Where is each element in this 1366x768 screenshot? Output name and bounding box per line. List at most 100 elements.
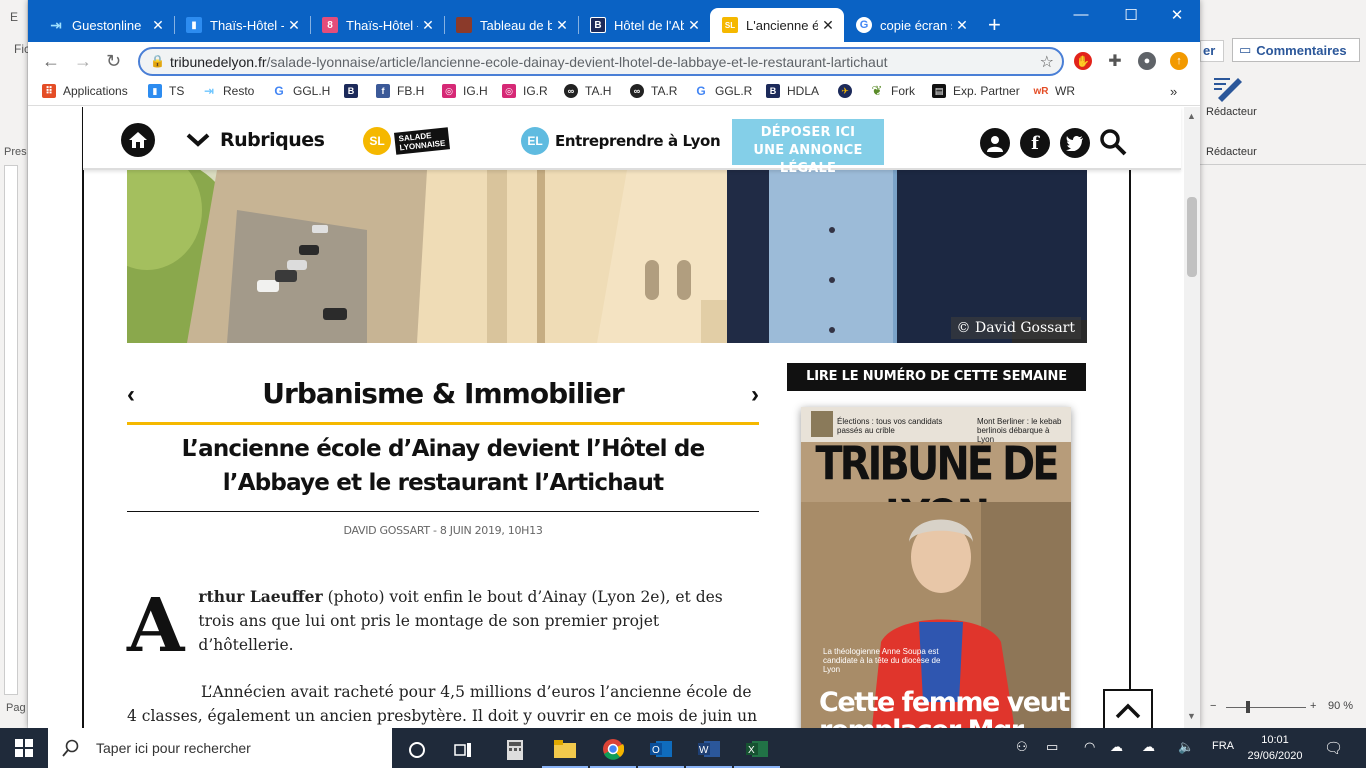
bookmark-ggl-r[interactable]: G GGL.R <box>694 84 752 98</box>
forward-icon[interactable]: → <box>74 51 92 72</box>
tab-label: Hôtel de l'Ab <box>614 17 684 33</box>
onedrive-business-icon[interactable]: ☁ <box>1142 739 1155 755</box>
zoom-slider[interactable] <box>1226 707 1306 708</box>
entreprendre-lyon-link[interactable]: EL Entreprendre à Lyon <box>521 127 721 155</box>
lock-icon[interactable]: 🔒 <box>150 54 165 68</box>
scroll-up-icon[interactable]: ▲ <box>1187 111 1196 121</box>
onedrive-icon[interactable]: ☁ <box>1110 739 1123 755</box>
tab-thais-hotel-1[interactable]: ▮ Thaïs-Hôtel - ✕ <box>174 8 310 42</box>
update-arrow-icon[interactable]: ↑ <box>1170 52 1188 70</box>
tab-tableau-de-bord[interactable]: Tableau de b ✕ <box>444 8 578 42</box>
cortana-icon[interactable] <box>394 732 440 768</box>
bookmark-hdla[interactable]: B HDLA <box>766 84 819 98</box>
address-bar[interactable]: 🔒 tribunedelyon.fr/salade-lyonnaise/arti… <box>138 47 1064 76</box>
bookmark-fb-h[interactable]: f FB.H <box>376 84 424 98</box>
redacteur-icon[interactable] <box>1212 70 1252 104</box>
zoom-level[interactable]: 90 % <box>1328 700 1353 712</box>
hero-photo <box>127 170 1087 343</box>
tab-hotel-abbaye[interactable]: B Hôtel de l'Ab ✕ <box>578 8 710 42</box>
bookmark-resto[interactable]: ⇥ Resto <box>202 84 254 98</box>
magazine-cover[interactable]: Élections : tous vos candidats passés au… <box>801 407 1071 728</box>
bookmark-fork[interactable]: ❦ Fork <box>870 83 915 98</box>
maximize-icon[interactable]: ☐ <box>1108 6 1154 24</box>
home-icon[interactable] <box>121 123 155 157</box>
user-icon[interactable] <box>980 128 1010 158</box>
battery-icon[interactable]: ▭ <box>1046 739 1058 755</box>
facebook-icon[interactable]: f <box>1020 128 1050 158</box>
bookmark-ts[interactable]: ▮ TS <box>148 84 184 98</box>
word-zoom-bar[interactable]: − + 90 % <box>1200 698 1366 718</box>
bookmark-star-icon[interactable]: ☆ <box>1040 52 1054 72</box>
bookmark-expedia[interactable]: ✈ <box>838 84 859 98</box>
page-scrollbar[interactable]: ▲ ▼ <box>1184 107 1200 728</box>
input-language[interactable]: FRA <box>1212 740 1234 752</box>
profile-avatar-icon[interactable]: ● <box>1138 52 1156 70</box>
comments-button[interactable]: ▭ Commentaires <box>1232 38 1360 62</box>
task-view-icon[interactable] <box>440 732 486 768</box>
people-icon[interactable]: ⚇ <box>1016 739 1028 755</box>
close-window-icon[interactable]: ✕ <box>1154 6 1200 24</box>
notifications-icon[interactable]: 🗨 <box>1324 739 1343 757</box>
taskbar-search-box[interactable]: Taper ici pour rechercher <box>48 728 392 768</box>
tab-lancienne-ecole[interactable]: SL L'ancienne éc ✕ <box>710 8 844 42</box>
scroll-thumb[interactable] <box>1187 197 1197 277</box>
zoom-slider-handle[interactable] <box>1246 701 1250 713</box>
tab-copie-ecran[interactable]: G copie écran s ✕ <box>844 8 978 42</box>
rubriques-menu[interactable]: Rubriques <box>186 129 325 151</box>
bookmarks-bar: ⠿ Applications ▮ TS ⇥ Resto G GGL.H B f FB.H … <box>28 80 1200 106</box>
bookmark-exp-partner[interactable]: ▤ Exp. Partner <box>932 84 1020 98</box>
file-explorer-icon[interactable] <box>542 732 588 768</box>
bookmark-booking[interactable]: B <box>344 84 365 98</box>
chrome-icon[interactable] <box>590 732 636 768</box>
photo-credit: © David Gossart <box>950 317 1081 339</box>
category-title[interactable]: Urbanisme & Immobilier <box>127 377 759 410</box>
bookmark-ig-h[interactable]: ◎ IG.H <box>442 84 488 98</box>
close-icon[interactable]: ✕ <box>552 17 572 34</box>
minimize-icon[interactable]: — <box>1058 6 1104 23</box>
back-icon[interactable]: ← <box>42 51 60 72</box>
word-icon[interactable]: W <box>686 732 732 768</box>
article-lead-name: rthur Laeuffer <box>198 587 323 606</box>
twitter-icon[interactable] <box>1060 128 1090 158</box>
bookmark-applications[interactable]: ⠿ Applications <box>42 84 128 98</box>
close-icon[interactable]: ✕ <box>952 17 972 34</box>
close-icon[interactable]: ✕ <box>684 17 704 34</box>
close-icon[interactable]: ✕ <box>418 17 438 34</box>
close-icon[interactable]: ✕ <box>818 17 838 34</box>
adblock-extension-icon[interactable]: ✋ <box>1074 52 1092 70</box>
outlook-icon[interactable]: O <box>638 732 684 768</box>
back-to-top-button[interactable] <box>1103 689 1153 728</box>
close-icon[interactable]: ✕ <box>284 17 304 34</box>
word-label-pres: Pres <box>4 146 27 158</box>
salade-lyonnaise-logo[interactable]: SL SALADE LYONNAISE <box>363 127 450 155</box>
url-text[interactable]: tribunedelyon.fr/salade-lyonnaise/articl… <box>170 54 888 70</box>
bookmark-ggl-h[interactable]: G GGL.H <box>272 84 330 98</box>
wifi-icon[interactable]: ◠ <box>1084 739 1095 755</box>
calculator-icon[interactable] <box>492 732 538 768</box>
tab-guestonline[interactable]: ⇥ Guestonline ✕ <box>36 8 174 42</box>
tab-thais-hotel-2[interactable]: 8 Thaïs-Hôtel - ✕ <box>310 8 444 42</box>
close-icon[interactable]: ✕ <box>148 17 168 34</box>
bookmark-ig-r[interactable]: ◎ IG.R <box>502 84 548 98</box>
next-arrow-icon[interactable]: › <box>751 381 759 409</box>
deposer-annonce-button[interactable]: DÉPOSER ICI UNE ANNONCE LÉGALE <box>732 119 884 176</box>
bookmark-ta-h[interactable]: ∞ TA.H <box>564 84 611 98</box>
new-tab-button[interactable]: + <box>988 14 1001 36</box>
extensions-puzzle-icon[interactable]: ✚ <box>1106 52 1124 70</box>
volume-icon[interactable]: 🔈 <box>1178 739 1194 755</box>
excel-icon[interactable]: X <box>734 732 780 768</box>
bookmark-wr[interactable]: wR WR <box>1034 84 1076 98</box>
scroll-down-icon[interactable]: ▼ <box>1187 711 1196 721</box>
reload-icon[interactable]: ↻ <box>106 51 121 72</box>
lire-numero-banner[interactable]: LIRE LE NUMÉRO DE CETTE SEMAINE <box>787 363 1086 391</box>
bookmark-ta-r[interactable]: ∞ TA.R <box>630 84 677 98</box>
zoom-in-icon[interactable]: + <box>1310 700 1316 712</box>
redacteur-button-label[interactable]: Rédacteur <box>1206 106 1257 118</box>
word-ribbon-button[interactable]: er <box>1200 40 1224 62</box>
bookmarks-overflow-icon[interactable]: » <box>1170 84 1177 99</box>
bookmark-label: GGL.H <box>293 84 331 98</box>
zoom-out-icon[interactable]: − <box>1210 700 1216 712</box>
search-icon[interactable] <box>1099 128 1127 161</box>
windows-start-icon[interactable] <box>0 728 48 768</box>
taskbar-clock[interactable]: 10:01 29/06/2020 <box>1245 732 1305 764</box>
